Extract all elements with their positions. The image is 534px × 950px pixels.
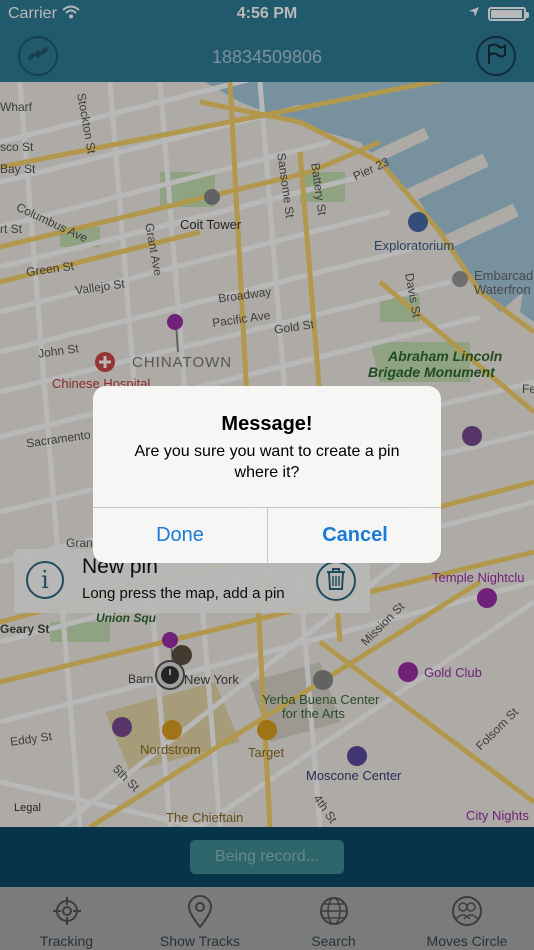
street-label: Wharf — [0, 100, 33, 114]
status-time: 4:56 PM — [236, 5, 298, 22]
place-label: Coit Tower — [180, 217, 242, 232]
place-label: Temple Nightclu — [432, 570, 525, 585]
place-label: City Nights — [466, 808, 529, 823]
place-label: Yerba Buena Center — [262, 692, 380, 707]
tab-label: Search — [311, 933, 356, 949]
info-icon: i — [26, 561, 64, 599]
tab-show-tracks[interactable]: Show Tracks — [133, 887, 267, 950]
delete-pin-button[interactable] — [316, 561, 356, 601]
status-bar: Carrier 4:56 PM — [0, 0, 534, 28]
tab-label: Moves Circle — [426, 933, 508, 949]
trash-icon — [325, 567, 347, 596]
recording-button[interactable]: Being record... — [190, 840, 344, 874]
tab-moves-circle[interactable]: Moves Circle — [400, 887, 534, 950]
tab-label: Show Tracks — [159, 933, 241, 949]
place-label: CHINATOWN — [132, 354, 233, 371]
people-icon — [451, 895, 483, 930]
street-label: Geary St — [0, 622, 50, 636]
street-label: sco St — [0, 140, 34, 154]
dialog-title: Message! — [221, 413, 313, 435]
nav-bar: 18834509806 — [0, 28, 534, 82]
street-label: Fe — [522, 382, 534, 396]
dialog-message: Are you sure you want to create a pin wh… — [134, 443, 400, 481]
street-label: rt St — [0, 222, 23, 236]
flag-icon — [484, 42, 508, 71]
flag-button[interactable] — [476, 36, 516, 76]
place-label: for the Arts — [282, 706, 345, 721]
street-label: Gran — [66, 536, 93, 550]
street-label: Bay St — [0, 162, 36, 176]
location-arrow-icon — [468, 5, 480, 23]
place-label: Abraham Lincoln — [388, 348, 503, 364]
place-label: Brigade Monument — [368, 364, 495, 380]
globe-icon — [318, 895, 350, 930]
place-label: Waterfron — [474, 282, 531, 297]
legal-link[interactable]: Legal — [14, 802, 41, 814]
tab-tracking[interactable]: Tracking — [0, 887, 133, 950]
tab-label: Tracking — [39, 933, 94, 949]
nav-title: 18834509806 — [211, 47, 323, 67]
place-label: Nordstrom — [140, 742, 201, 757]
place-label: The Chieftain — [166, 810, 244, 825]
place-label: Union Squ — [96, 611, 156, 625]
battery-icon — [488, 7, 529, 21]
street-label: Barn — [128, 672, 154, 686]
cancel-button[interactable]: Cancel — [268, 508, 441, 563]
place-label: Embarcad — [474, 268, 534, 283]
tab-search[interactable]: Search — [267, 887, 400, 950]
tip-subtitle: Long press the map, add a pin — [82, 585, 285, 602]
place-label: Moscone Center — [306, 768, 402, 783]
recording-bar: Being record... — [0, 827, 534, 887]
confirm-pin-dialog: Message! Are you sure you want to create… — [93, 386, 441, 563]
place-label: New York — [184, 672, 239, 687]
place-label: Target — [248, 745, 285, 760]
place-label: Exploratorium — [374, 238, 455, 253]
location-pin-icon — [186, 895, 214, 932]
tab-bar: Tracking Show Tracks Search Moves Circle — [0, 887, 534, 950]
done-button[interactable]: Done — [93, 508, 267, 563]
crosshair-icon — [51, 895, 83, 930]
place-label: Gold Club — [424, 665, 482, 680]
